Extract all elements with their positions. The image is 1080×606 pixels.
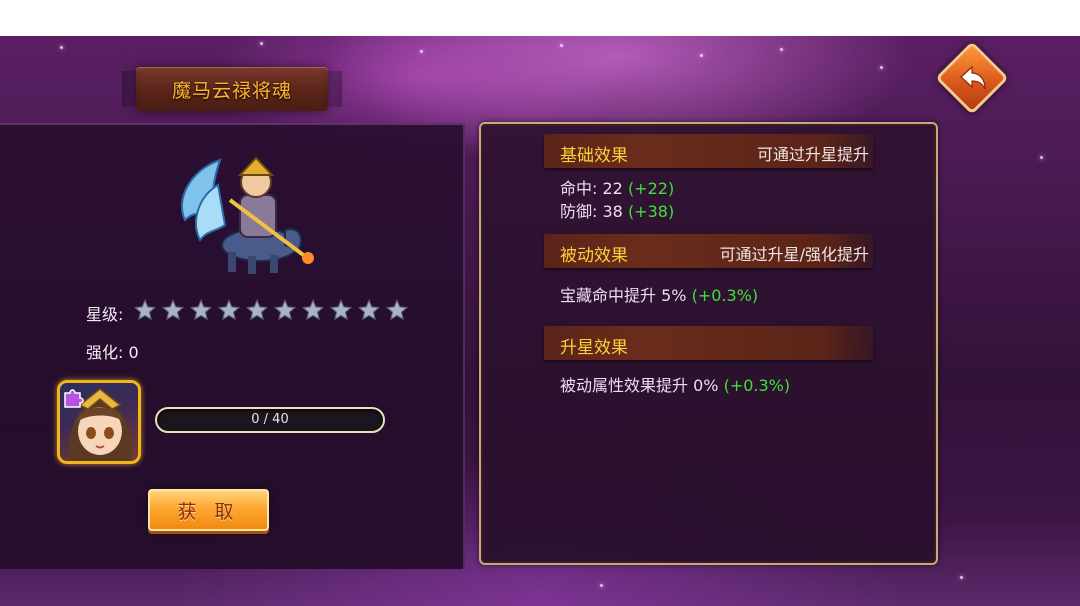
sparkle [1040,156,1043,159]
stat-defense: 防御: 38 [560,202,623,221]
soul-portrait[interactable] [57,380,141,464]
basic-effects-title: 基础效果 [560,146,628,166]
stat-treasure-accuracy: 宝藏命中提升 5% [560,286,687,305]
sparkle [420,50,423,53]
star-icon [162,299,184,321]
star-icon [330,299,352,321]
sparkle [260,42,263,45]
sparkle [880,66,883,69]
obtain-button[interactable]: 获 取 [148,489,269,531]
puzzle-piece-icon [64,389,84,408]
star-icon [302,299,324,321]
stat-passive-boost-bonus: (+0.3%) [723,376,791,395]
progress-text: 0 / 40 [251,412,289,427]
back-arrow-icon[interactable] [950,56,996,102]
obtain-button-label: 获 取 [177,500,240,523]
star-up-effects-header: 升星效果 [544,326,873,360]
fragment-progress-bar: 0 / 40 [155,407,385,433]
sparkle [560,44,563,47]
stat-accuracy: 命中: 22 [560,179,623,198]
passive-effects-header: 被动效果 可通过升星/强化提升 [544,234,873,268]
star-up-effects-title: 升星效果 [560,338,628,358]
star-icon [134,299,156,321]
star-icon [246,299,268,321]
stat-line: 命中: 22 (+22) [560,175,674,199]
sparkle [780,48,783,51]
sparkle [700,54,703,57]
sparkle [600,584,603,587]
star-icon [386,299,408,321]
star-icon [190,299,212,321]
effects-panel: 基础效果 可通过升星提升 命中: 22 (+22) 防御: 38 (+38) 被… [479,122,938,565]
stat-treasure-accuracy-bonus: (+0.3%) [691,286,759,305]
star-icon [358,299,380,321]
sparkle [960,576,963,579]
star-rating [134,299,408,321]
sparkle [60,46,63,49]
passive-effects-title: 被动效果 [560,246,628,266]
stat-defense-bonus: (+38) [627,202,675,221]
basic-effects-hint: 可通过升星提升 [756,145,869,164]
hero-figure-image [180,156,314,274]
passive-effects-hint: 可通过升星/强化提升 [719,245,869,264]
star-icon [218,299,240,321]
stat-line: 宝藏命中提升 5% (+0.3%) [560,282,758,306]
star-level-label: 星级: [86,305,124,324]
stat-line: 被动属性效果提升 0% (+0.3%) [560,372,790,396]
page-title: 魔马云禄将魂 [171,79,292,102]
stat-passive-boost: 被动属性效果提升 0% [560,376,719,395]
enhance-level: 强化: 0 [86,343,139,362]
game-screen: 魔马云禄将魂 星级: 强化: 0 0 / 40 获 取 基础效果 可通过升星提升… [0,36,1080,606]
stat-accuracy-bonus: (+22) [627,179,675,198]
star-icon [274,299,296,321]
stat-line: 防御: 38 (+38) [560,198,674,222]
basic-effects-header: 基础效果 可通过升星提升 [544,134,873,168]
title-plaque: 魔马云禄将魂 [136,67,342,111]
soul-info-panel: 星级: 强化: 0 0 / 40 获 取 [0,123,465,569]
